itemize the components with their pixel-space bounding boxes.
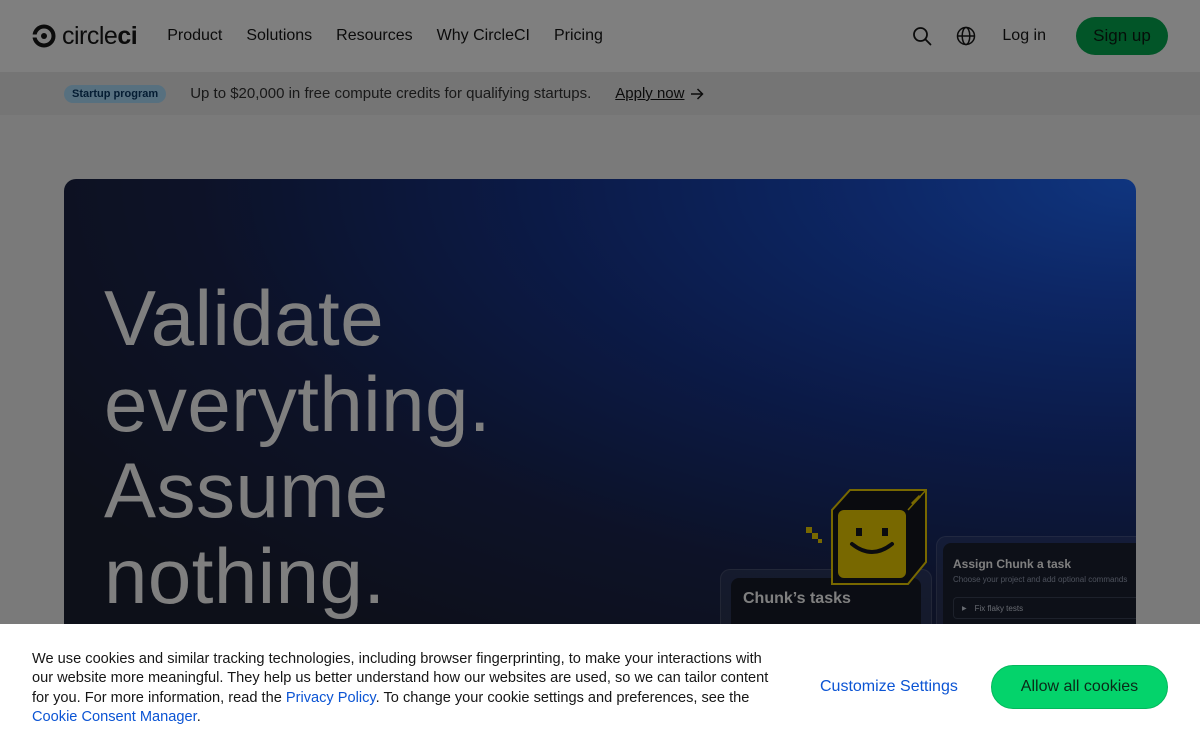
cookie-consent-manager-link[interactable]: Cookie Consent Manager xyxy=(32,709,197,725)
cookie-message: We use cookies and similar tracking tech… xyxy=(32,651,769,726)
customize-settings-button[interactable]: Customize Settings xyxy=(820,678,958,696)
allow-all-cookies-button[interactable]: Allow all cookies xyxy=(991,665,1168,709)
cookie-consent-banner: We use cookies and similar tracking tech… xyxy=(0,624,1200,750)
privacy-policy-link[interactable]: Privacy Policy xyxy=(286,690,376,706)
